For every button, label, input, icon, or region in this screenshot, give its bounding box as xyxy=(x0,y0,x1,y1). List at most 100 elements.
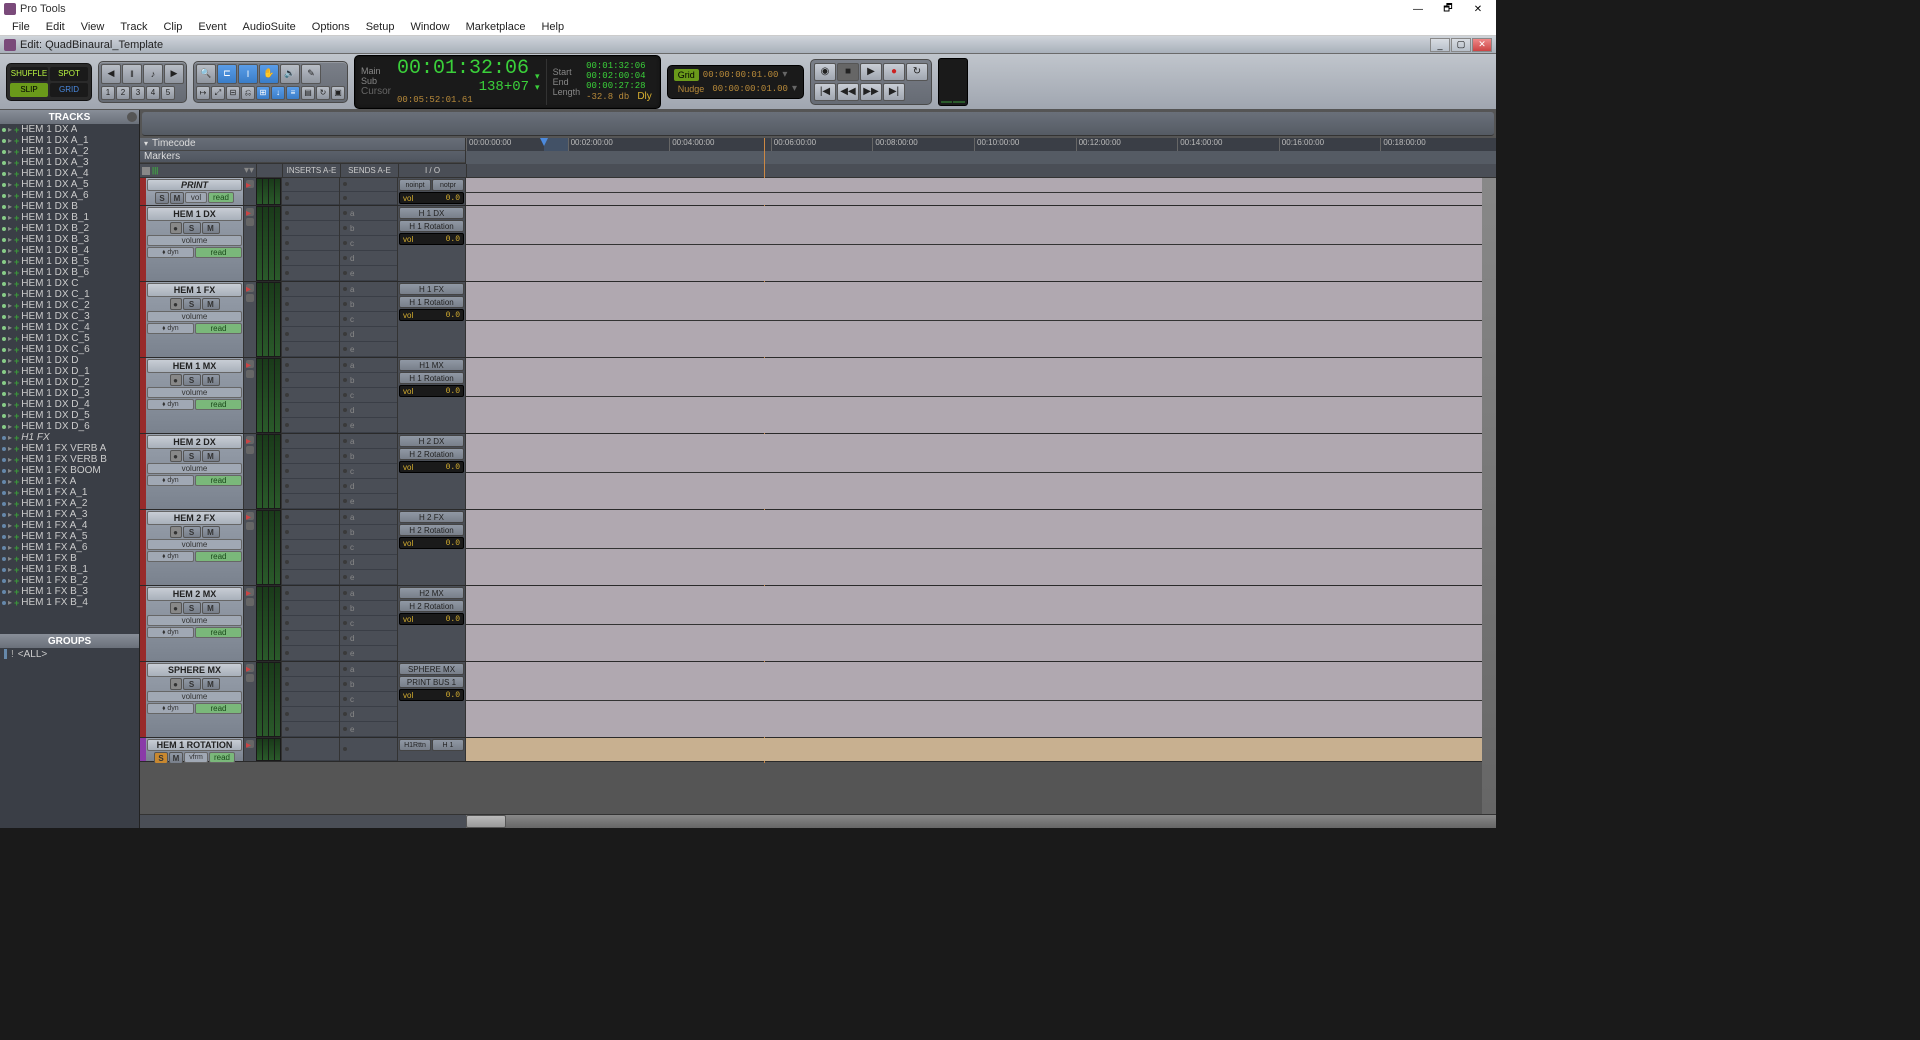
main-counter-value[interactable]: 00:01:32:06 xyxy=(397,59,529,79)
link-track-button[interactable]: ⊞ xyxy=(256,86,270,100)
mute-button[interactable]: M xyxy=(202,602,220,614)
ruler-disclosure-icon[interactable]: ▾ xyxy=(144,139,148,148)
insert-slot[interactable] xyxy=(282,178,339,192)
track-view-selector[interactable]: volume xyxy=(147,387,242,398)
automation-mode-button[interactable]: read xyxy=(195,475,242,486)
insert-slot[interactable] xyxy=(282,692,339,707)
volume-display[interactable]: vol0.0 xyxy=(399,613,464,625)
track-view-selector[interactable]: vol xyxy=(185,192,207,203)
bars-beats-icon[interactable]: ||| xyxy=(152,166,158,175)
universe-view[interactable] xyxy=(142,112,1494,136)
sidebar-track-item[interactable]: ▸+HEM 1 FX A_3 xyxy=(0,509,139,520)
output-selector[interactable]: H 1 Rotation xyxy=(399,220,464,232)
mute-button[interactable]: M xyxy=(202,526,220,538)
insertion-follows-button[interactable]: ↓ xyxy=(271,86,285,100)
record-enable-button[interactable]: ● xyxy=(170,678,182,690)
track-view-selector[interactable]: volume xyxy=(147,463,242,474)
volume-display[interactable]: vol0.0 xyxy=(399,385,464,397)
sidebar-track-item[interactable]: ▸+HEM 1 FX A xyxy=(0,476,139,487)
sidebar-track-item[interactable]: ▸+HEM 1 DX C_5 xyxy=(0,333,139,344)
sidebar-track-item[interactable]: ▸+HEM 1 FX B_4 xyxy=(0,597,139,608)
sidebar-track-item[interactable]: ▸+HEM 1 DX D_3 xyxy=(0,388,139,399)
sidebar-track-item[interactable]: ▸+HEM 1 FX B_1 xyxy=(0,564,139,575)
start-value[interactable]: 00:01:32:06 xyxy=(586,61,654,71)
sidebar-track-item[interactable]: ▸+HEM 1 DX A_2 xyxy=(0,146,139,157)
track-view-selector[interactable]: volume xyxy=(147,615,242,626)
zoom-wave-button[interactable]: ‖ xyxy=(122,64,142,84)
automation-mode-button[interactable]: read xyxy=(195,247,242,258)
elastic-audio-button[interactable]: ⬧ dyn xyxy=(147,627,194,638)
menu-options[interactable]: Options xyxy=(304,19,358,35)
insert-slot[interactable] xyxy=(282,555,339,570)
elastic-audio-button[interactable]: ⬧ dyn xyxy=(147,475,194,486)
edit-maximize-button[interactable]: ▢ xyxy=(1451,38,1471,52)
track-name-button[interactable]: HEM 1 ROTATION xyxy=(147,739,242,751)
os-close-button[interactable]: ✕ xyxy=(1464,1,1492,17)
sidebar-track-item[interactable]: ▸+HEM 1 DX C_2 xyxy=(0,300,139,311)
send-slot[interactable]: d xyxy=(340,631,397,646)
menu-audiosuite[interactable]: AudioSuite xyxy=(235,19,304,35)
track-disclosure-icon[interactable]: ▸ xyxy=(246,436,254,444)
insert-slot[interactable] xyxy=(282,540,339,555)
track-playlist[interactable] xyxy=(466,662,1482,737)
insert-slot[interactable] xyxy=(282,707,339,722)
send-slot[interactable]: b xyxy=(340,525,397,540)
sidebar-track-item[interactable]: ▸+HEM 1 DX A_3 xyxy=(0,157,139,168)
volume-display[interactable]: vol0.0 xyxy=(399,309,464,321)
show-hide-icon[interactable] xyxy=(142,167,150,175)
elastic-audio-button[interactable]: ⬧ dyn xyxy=(147,399,194,410)
insert-slot[interactable] xyxy=(282,677,339,692)
link-timeline-button[interactable]: ⎌ xyxy=(241,86,255,100)
elastic-audio-button[interactable]: ⬧ dyn xyxy=(147,323,194,334)
output-selector[interactable]: notpr xyxy=(432,179,464,191)
sidebar-track-item[interactable]: ▸+HEM 1 DX A_6 xyxy=(0,190,139,201)
send-slot[interactable]: a xyxy=(340,434,397,449)
insert-slot[interactable] xyxy=(282,388,339,403)
insert-slot[interactable] xyxy=(282,342,339,357)
input-selector[interactable]: H 1 FX xyxy=(399,283,464,295)
trim-tool-button[interactable]: ⊏ xyxy=(217,64,237,84)
sidebar-track-item[interactable]: ▸+HEM 1 DX A_4 xyxy=(0,168,139,179)
nudge-dropdown-icon[interactable]: ▾ xyxy=(792,83,797,94)
track-name-button[interactable]: HEM 2 FX xyxy=(147,511,242,525)
insert-slot[interactable] xyxy=(282,266,339,281)
automation-mode-button[interactable]: read xyxy=(195,399,242,410)
online-button[interactable]: ◉ xyxy=(814,63,836,81)
sidebar-track-item[interactable]: ▸+HEM 1 DX B_5 xyxy=(0,256,139,267)
sidebar-track-item[interactable]: ▸+HEM 1 FX A_1 xyxy=(0,487,139,498)
dly-indicator[interactable]: Dly xyxy=(635,91,653,102)
insert-slot[interactable] xyxy=(282,601,339,616)
send-slot[interactable]: c xyxy=(340,312,397,327)
track-option-icon[interactable] xyxy=(246,294,254,302)
forward-button[interactable]: ▶▶ xyxy=(860,83,882,101)
solo-button[interactable]: S xyxy=(183,374,201,386)
insert-slot[interactable] xyxy=(282,616,339,631)
mute-button[interactable]: M xyxy=(202,222,220,234)
timeline-ruler[interactable]: 00:00:00:0000:02:00:0000:04:00:0000:06:0… xyxy=(466,138,1496,163)
sidebar-track-item[interactable]: ▸+HEM 1 FX B xyxy=(0,553,139,564)
send-slot[interactable] xyxy=(340,178,397,192)
track-disclosure-icon[interactable]: ▸ xyxy=(246,588,254,596)
grid-dropdown-icon[interactable]: ▾ xyxy=(782,69,787,80)
send-slot[interactable]: b xyxy=(340,601,397,616)
send-slot[interactable]: a xyxy=(340,510,397,525)
sidebar-track-item[interactable]: ▸+HEM 1 DX D_4 xyxy=(0,399,139,410)
record-button[interactable]: ● xyxy=(883,63,905,81)
insert-slot[interactable] xyxy=(282,510,339,525)
track-disclosure-icon[interactable]: ▸ xyxy=(246,208,254,216)
send-slot[interactable]: b xyxy=(340,373,397,388)
send-slot[interactable]: a xyxy=(340,586,397,601)
vertical-scrollbar[interactable] xyxy=(1482,178,1496,814)
gte-button[interactable]: ▶| xyxy=(883,83,905,101)
track-name-button[interactable]: HEM 2 DX xyxy=(147,435,242,449)
tracks-list[interactable]: ▸+HEM 1 DX A▸+HEM 1 DX A_1▸+HEM 1 DX A_2… xyxy=(0,124,139,634)
track-view-selector[interactable]: volume xyxy=(147,235,242,246)
opt-b-button[interactable]: ⊟ xyxy=(226,86,240,100)
track-disclosure-icon[interactable]: ▸ xyxy=(246,180,254,188)
send-slot[interactable]: b xyxy=(340,677,397,692)
sidebar-track-item[interactable]: ▸+HEM 1 DX D_1 xyxy=(0,366,139,377)
volume-display[interactable]: vol0.0 xyxy=(399,461,464,473)
automation-mode-button[interactable]: read xyxy=(195,627,242,638)
track-name-button[interactable]: HEM 1 FX xyxy=(147,283,242,297)
track-view-selector[interactable]: volume xyxy=(147,539,242,550)
